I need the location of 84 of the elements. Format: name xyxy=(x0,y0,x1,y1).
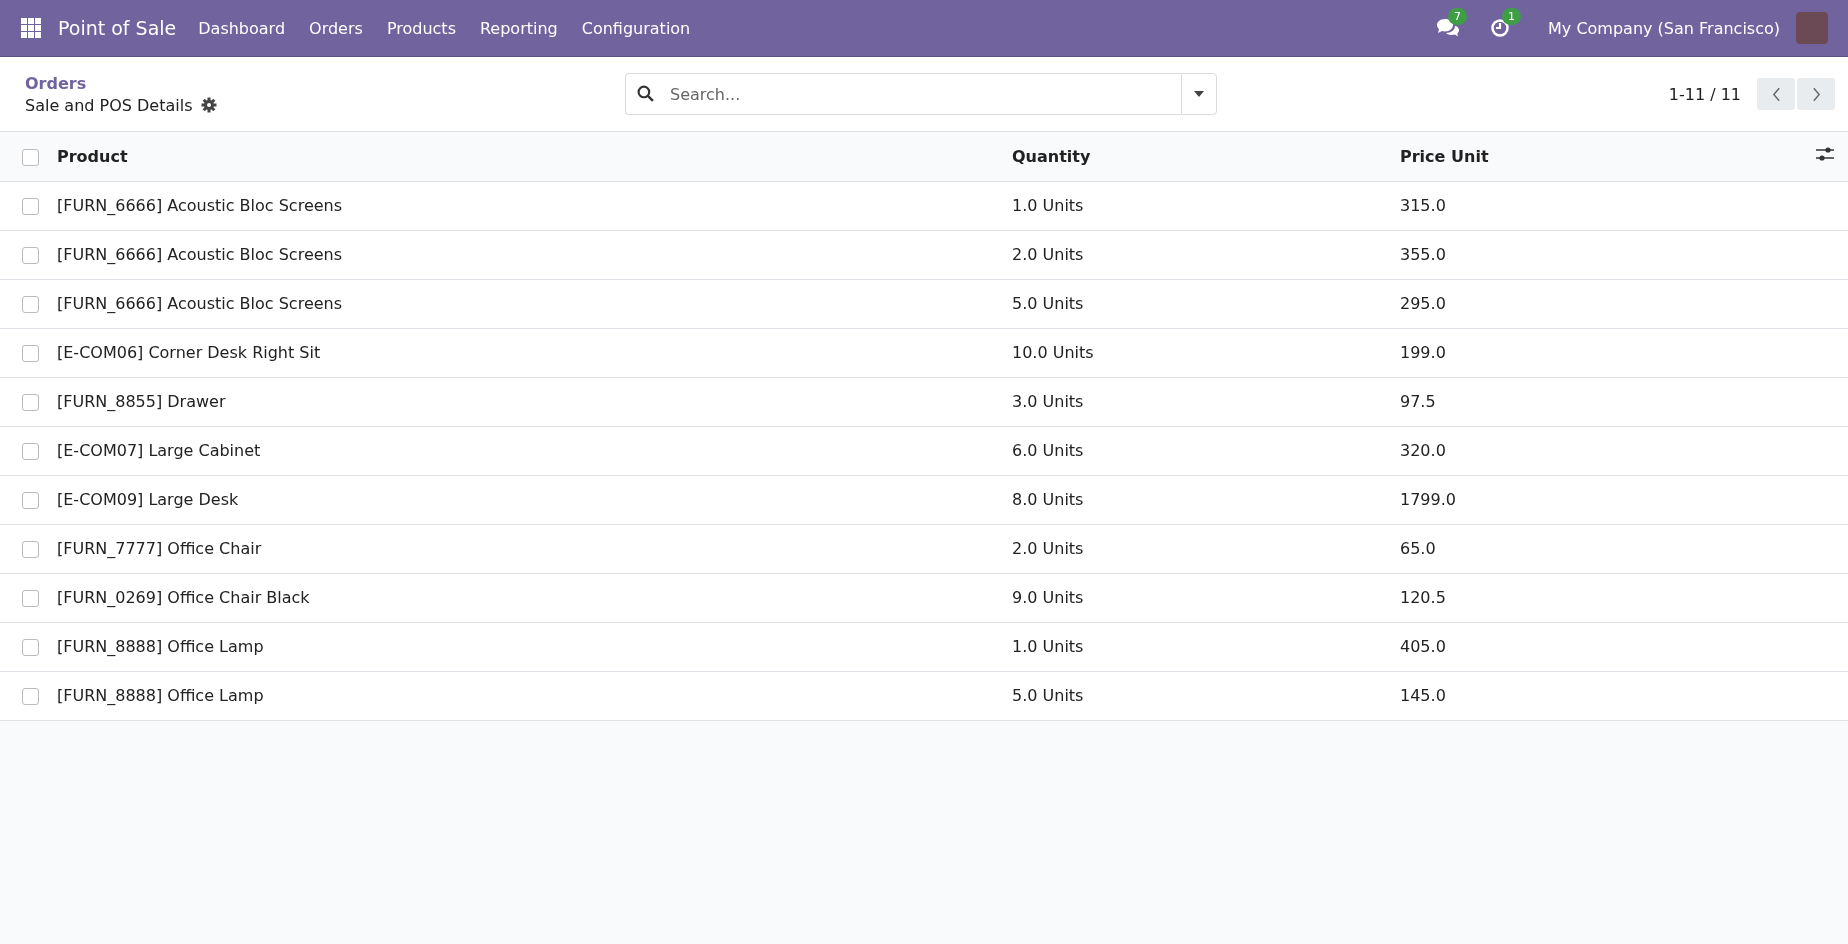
table-row[interactable]: [FURN_8888] Office Lamp 5.0 Units 145.0 xyxy=(0,671,1848,720)
row-checkbox[interactable] xyxy=(22,296,39,313)
table-row[interactable]: [E-COM07] Large Cabinet 6.0 Units 320.0 xyxy=(0,426,1848,475)
row-checkbox[interactable] xyxy=(22,541,39,558)
table-row[interactable]: [FURN_0269] Office Chair Black 9.0 Units 120.5 xyxy=(0,573,1848,622)
table-cell: 1799.0 xyxy=(1400,490,1456,509)
column-header[interactable]: Product xyxy=(57,146,128,166)
user-avatar[interactable] xyxy=(1796,12,1828,44)
select-all-checkbox[interactable] xyxy=(22,148,39,166)
table-cell: 9.0 Units xyxy=(1012,588,1084,607)
table-cell: 1.0 Units xyxy=(1012,637,1084,656)
table-row[interactable]: [FURN_6666] Acoustic Bloc Screens 2.0 Units 355.0 xyxy=(0,230,1848,279)
row-checkbox[interactable] xyxy=(22,394,39,411)
row-checkbox[interactable] xyxy=(22,492,39,509)
table-cell: 355.0 xyxy=(1400,245,1446,264)
row-checkbox[interactable] xyxy=(22,639,39,656)
row-checkbox[interactable] xyxy=(22,345,39,362)
table-row[interactable]: [FURN_6666] Acoustic Bloc Screens 1.0 Units 315.0 xyxy=(0,181,1848,230)
sliders-icon[interactable] xyxy=(1816,146,1834,163)
menu-item[interactable]: Dashboard xyxy=(198,18,286,38)
table-cell: [FURN_8888] Office Lamp xyxy=(57,686,264,705)
table-cell: 3.0 Units xyxy=(1012,392,1084,411)
table-cell: [FURN_7777] Office Chair xyxy=(57,539,262,558)
table-row[interactable]: [E-COM09] Large Desk 8.0 Units 1799.0 xyxy=(0,475,1848,524)
row-checkbox[interactable] xyxy=(22,590,39,607)
notification-badge: 1 xyxy=(1502,8,1522,25)
table-cell: [E-COM09] Large Desk xyxy=(57,490,239,509)
table-cell: 199.0 xyxy=(1400,343,1446,362)
table-cell: 6.0 Units xyxy=(1012,441,1084,460)
notification-badge: 7 xyxy=(1448,8,1468,25)
column-header[interactable]: Price Unit xyxy=(1400,146,1489,166)
table-cell: 320.0 xyxy=(1400,441,1446,460)
table-cell: [FURN_8888] Office Lamp xyxy=(57,637,264,656)
caret-icon xyxy=(1194,91,1204,97)
table-cell: 8.0 Units xyxy=(1012,490,1084,509)
chat-bubbles-icon[interactable] xyxy=(1436,18,1461,38)
table-cell: 5.0 Units xyxy=(1012,294,1084,313)
app-name[interactable]: Point of Sale xyxy=(58,17,177,39)
table-cell: 145.0 xyxy=(1400,686,1446,705)
table-cell: [FURN_0269] Office Chair Black xyxy=(57,588,310,607)
table-cell: 97.5 xyxy=(1400,392,1436,411)
table-cell: 5.0 Units xyxy=(1012,686,1084,705)
table-cell: 10.0 Units xyxy=(1012,343,1094,362)
clock-icon[interactable] xyxy=(1490,18,1511,38)
table-row[interactable]: [FURN_8888] Office Lamp 1.0 Units 405.0 xyxy=(0,622,1848,671)
table-row[interactable]: [FURN_6666] Acoustic Bloc Screens 5.0 Units 295.0 xyxy=(0,279,1848,328)
row-checkbox[interactable] xyxy=(22,247,39,264)
table-cell: 120.5 xyxy=(1400,588,1446,607)
search-field[interactable]: Search... xyxy=(625,73,1181,115)
table-cell: [E-COM06] Corner Desk Right Sit xyxy=(57,343,321,362)
company-switcher[interactable]: My Company (San Francisco) xyxy=(1548,18,1780,38)
table-cell: [FURN_6666] Acoustic Bloc Screens xyxy=(57,245,343,264)
table-row[interactable]: [FURN_7777] Office Chair 2.0 Units 65.0 xyxy=(0,524,1848,573)
breadcrumb-link[interactable]: Orders xyxy=(25,73,625,93)
table-cell: 65.0 xyxy=(1400,539,1436,558)
gear-icon[interactable] xyxy=(201,97,218,113)
table-cell: 2.0 Units xyxy=(1012,539,1084,558)
table-cell: 1.0 Units xyxy=(1012,196,1084,215)
table-cell: [E-COM07] Large Cabinet xyxy=(57,441,261,460)
menu-item[interactable]: Orders xyxy=(309,18,363,38)
page-title: Sale and POS Details xyxy=(25,95,193,115)
menu-item[interactable]: Reporting xyxy=(479,18,558,38)
table-cell: 2.0 Units xyxy=(1012,245,1084,264)
previous-button[interactable] xyxy=(1757,78,1795,110)
table-cell: 405.0 xyxy=(1400,637,1446,656)
chevron-right-icon xyxy=(1811,86,1821,102)
pager-value[interactable]: 1-11 / 11 xyxy=(1668,84,1741,104)
next-button[interactable] xyxy=(1797,78,1835,110)
menu-item[interactable]: Configuration xyxy=(581,18,691,38)
row-checkbox[interactable] xyxy=(22,443,39,460)
table-cell: 315.0 xyxy=(1400,196,1446,215)
chevron-left-icon xyxy=(1771,86,1781,102)
row-checkbox[interactable] xyxy=(22,688,39,705)
table-cell: [FURN_6666] Acoustic Bloc Screens xyxy=(57,196,343,215)
table-cell: [FURN_6666] Acoustic Bloc Screens xyxy=(57,294,343,313)
table-row[interactable]: [FURN_8855] Drawer 3.0 Units 97.5 xyxy=(0,377,1848,426)
column-header[interactable]: Quantity xyxy=(1012,146,1091,166)
search-options-button[interactable] xyxy=(1181,73,1217,115)
menu-item[interactable]: Products xyxy=(386,18,456,38)
table-row[interactable]: [E-COM06] Corner Desk Right Sit 10.0 Units 199.0 xyxy=(0,328,1848,377)
row-checkbox[interactable] xyxy=(22,198,39,215)
app-grid-icon[interactable] xyxy=(21,18,41,38)
table-cell: 295.0 xyxy=(1400,294,1446,313)
table-cell: [FURN_8855] Drawer xyxy=(57,392,226,411)
